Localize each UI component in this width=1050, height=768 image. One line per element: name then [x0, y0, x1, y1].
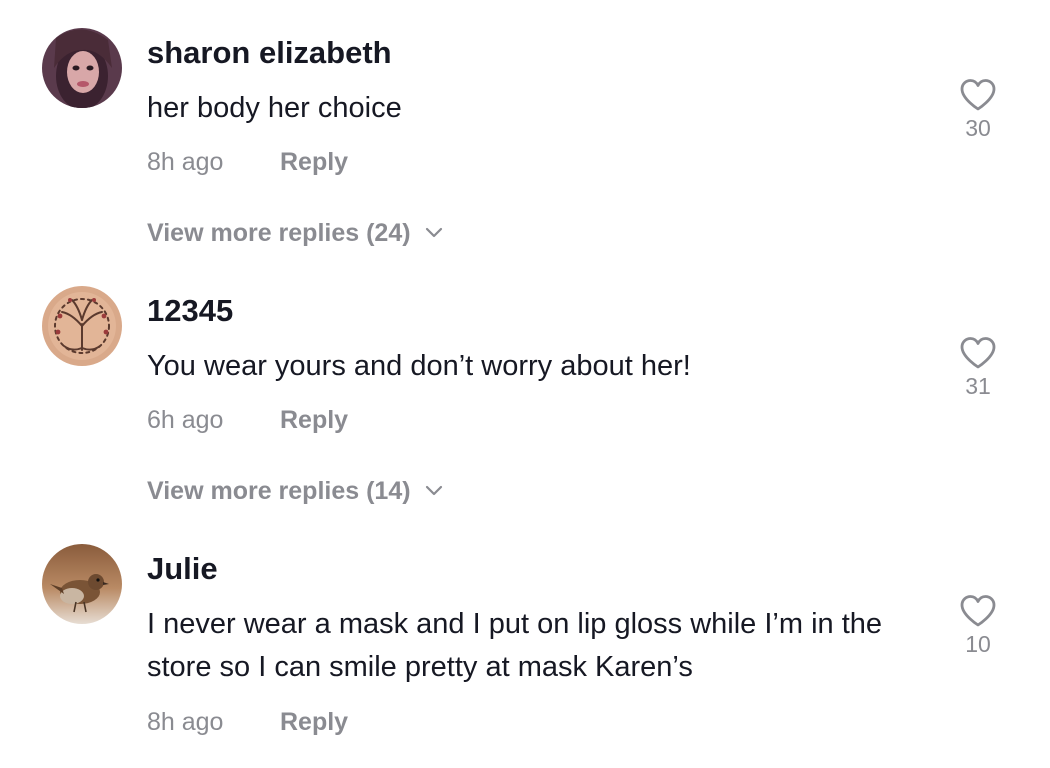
- comment-item: 12345 You wear yours and don’t worry abo…: [0, 258, 1050, 518]
- like-control: 10: [950, 594, 1006, 658]
- view-more-replies-button[interactable]: View more replies (24): [147, 217, 443, 249]
- comment-username[interactable]: Julie: [147, 549, 218, 589]
- comment-timestamp: 8h ago: [147, 148, 224, 176]
- reply-button[interactable]: Reply: [280, 146, 348, 178]
- view-more-replies-label: View more replies (14): [147, 477, 411, 505]
- comment-username[interactable]: sharon elizabeth: [147, 33, 392, 73]
- chevron-down-icon: [425, 486, 442, 496]
- comment-text: I never wear a mask and I put on lip glo…: [147, 608, 883, 683]
- chevron-down-icon: [425, 228, 442, 238]
- comment-meta: 8h ago Reply: [147, 706, 348, 738]
- avatar[interactable]: [42, 28, 122, 108]
- comment-username[interactable]: 12345: [147, 291, 233, 331]
- comment-timestamp: 6h ago: [147, 406, 224, 434]
- heart-outline-icon[interactable]: [959, 594, 997, 628]
- like-count: 30: [965, 115, 991, 141]
- like-count: 10: [965, 631, 991, 657]
- comment-text: her body her choice: [147, 92, 402, 124]
- avatar[interactable]: [42, 544, 122, 624]
- like-count: 31: [965, 373, 991, 399]
- view-more-replies-label: View more replies (24): [147, 219, 411, 247]
- reply-button[interactable]: Reply: [280, 706, 348, 738]
- view-more-replies-button[interactable]: View more replies (14): [147, 475, 443, 507]
- heart-outline-icon[interactable]: [959, 78, 997, 112]
- comment-meta: 6h ago Reply: [147, 404, 348, 436]
- like-control: 31: [950, 336, 1006, 400]
- comment-meta: 8h ago Reply: [147, 146, 348, 178]
- comment-item: Julie I never wear a mask and I put on l…: [0, 516, 1050, 768]
- comment-text: You wear yours and don’t worry about her…: [147, 350, 691, 382]
- like-control: 30: [950, 78, 1006, 142]
- reply-button[interactable]: Reply: [280, 404, 348, 436]
- comment-timestamp: 8h ago: [147, 708, 224, 736]
- comment-item: sharon elizabeth her body her choice 8h …: [0, 0, 1050, 260]
- avatar[interactable]: [42, 286, 122, 366]
- heart-outline-icon[interactable]: [959, 336, 997, 370]
